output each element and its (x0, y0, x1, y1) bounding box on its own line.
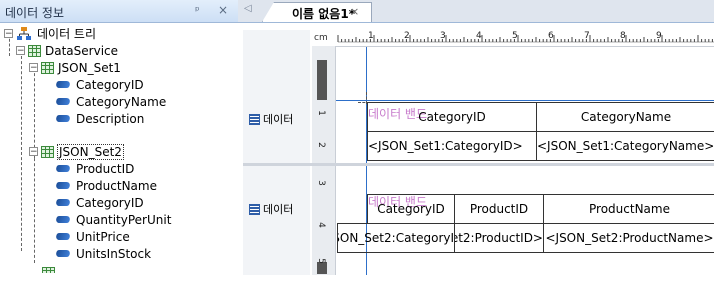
band-label-strip (243, 30, 310, 275)
tree-node-field[interactable]: QuantityPerUnit (54, 211, 172, 228)
tree-node-label: JSON_Set1 (58, 60, 121, 75)
ruler-number: 3 (315, 180, 326, 186)
value-cell[interactable]: <JSON_Set1:CategoryID> (367, 131, 537, 161)
tree-node-field[interactable]: CategoryID (54, 76, 144, 93)
value-cell[interactable]: <JSON_Set1:CategoryName> (536, 131, 714, 161)
ruler-number: 6 (548, 31, 554, 41)
ruler-number: 7 (584, 31, 590, 41)
close-icon[interactable]: × (218, 3, 228, 17)
ruler-unit-label: cm (314, 33, 328, 43)
band-separator (243, 163, 714, 166)
tree-node-field[interactable]: CategoryName (54, 93, 167, 110)
tree-node-label: CategoryID (76, 77, 144, 92)
header-cell[interactable]: CategoryID (367, 194, 455, 224)
header-cell[interactable]: ProductName (543, 194, 714, 224)
data-tree: − 데이터 트리 − DataService − JSON_Set1 Categ… (0, 23, 238, 273)
field-icon (54, 233, 72, 240)
field-icon (54, 81, 72, 88)
field-icon (54, 165, 72, 172)
tree-node-json-set2[interactable]: − JSON_Set2 (29, 143, 124, 160)
value-cell[interactable]: <JSON_Set2:ProductID> (454, 223, 544, 253)
tree-node-field[interactable]: ProductName (54, 177, 157, 194)
ruler-number: 4 (476, 31, 482, 41)
ruler-number: 3 (440, 31, 446, 41)
band-icon (249, 113, 260, 125)
tab-title: 이름 없음1* (292, 7, 355, 21)
tab-close-icon[interactable]: × (350, 5, 359, 18)
tree-node-label: UnitsInStock (76, 246, 152, 261)
value-cell[interactable]: <JSON_Set2:CategoryID> (337, 223, 455, 253)
collapse-toggle-icon[interactable]: − (4, 29, 13, 39)
tree-node-label: ProductName (76, 178, 157, 193)
ruler-number: 5 (512, 31, 518, 41)
collapse-toggle-icon[interactable]: − (29, 63, 38, 73)
ruler-number: 9 (656, 31, 662, 41)
tree-node-label: UnitPrice (76, 229, 130, 244)
tree-node-partial[interactable] (42, 264, 59, 273)
band-label-data2[interactable]: 데이터 (249, 201, 293, 217)
collapse-toggle-icon[interactable]: − (29, 147, 38, 157)
tree-node-label: CategoryName (76, 94, 167, 109)
panel-title: 데이터 정보 (5, 6, 65, 20)
ruler-number: 5 (315, 258, 326, 264)
top-margin-guide (336, 100, 714, 101)
header-cell[interactable]: CategoryID (367, 102, 537, 132)
ruler-number: 1 (315, 110, 326, 116)
pin-icon[interactable]: ᵖ (195, 4, 200, 17)
tree-connector (21, 51, 22, 251)
tree-node-dataservice[interactable]: − DataService (16, 42, 118, 59)
tree-node-label: ProductID (76, 161, 135, 176)
dataset-icon (28, 44, 41, 57)
dataset-icon (41, 61, 54, 74)
tree-node-json-set1[interactable]: − JSON_Set1 (29, 59, 121, 76)
tree-node-field[interactable]: UnitsInStock (54, 245, 152, 262)
tree-node-field[interactable]: Description (54, 110, 145, 127)
tree-node-label: DataService (45, 43, 119, 58)
band-label-data1[interactable]: 데이터 (249, 111, 293, 127)
field-icon (54, 250, 72, 257)
field-icon (54, 98, 72, 105)
ruler-margin-marker (317, 60, 327, 100)
band-label-text: 데이터 (263, 203, 294, 216)
value-cell[interactable]: <JSON_Set2:ProductName> (543, 223, 714, 253)
tree-node-label: QuantityPerUnit (76, 212, 172, 227)
field-icon (54, 199, 72, 206)
field-icon (54, 216, 72, 223)
dataset-icon (42, 266, 55, 273)
field-icon (54, 182, 72, 189)
tree-node-label: 데이터 트리 (37, 27, 97, 41)
band-label-text: 데이터 (263, 113, 294, 126)
tree-root-icon (16, 26, 32, 42)
tab-scroll-left-icon[interactable]: ◁ (244, 3, 256, 18)
ruler-number: 2 (404, 31, 410, 41)
tree-node-label-selected: JSON_Set2 (57, 143, 124, 160)
ruler-number: 4 (315, 222, 326, 228)
tree-node-root[interactable]: − 데이터 트리 (4, 25, 96, 42)
tree-node-label: CategoryID (76, 195, 144, 210)
ruler-number: 2 (315, 142, 326, 148)
field-icon (54, 115, 72, 122)
tree-node-field[interactable]: UnitPrice (54, 228, 130, 245)
collapse-toggle-icon[interactable]: − (16, 46, 25, 56)
tree-connector (34, 153, 35, 263)
tree-node-label: Description (76, 111, 145, 126)
ruler-number: 1 (368, 31, 374, 41)
header-cell[interactable]: ProductID (454, 194, 544, 224)
dataset-icon (41, 145, 54, 158)
header-cell[interactable]: CategoryName (536, 102, 714, 132)
tree-node-field[interactable]: CategoryID (54, 194, 144, 211)
band-icon (249, 203, 260, 215)
ruler-number: 8 (620, 31, 626, 41)
tree-node-field[interactable]: ProductID (54, 160, 135, 177)
